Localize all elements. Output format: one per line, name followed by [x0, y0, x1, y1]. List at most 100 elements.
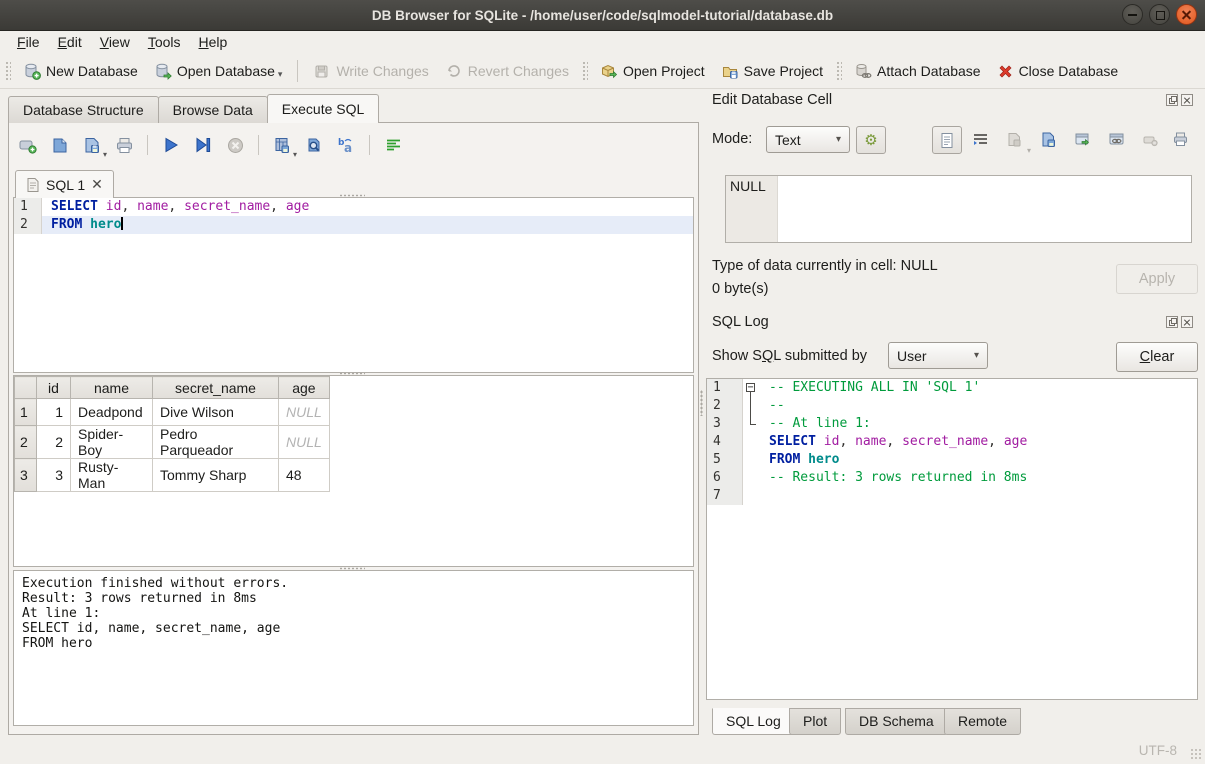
column-header-secret-name[interactable]: secret_name — [153, 377, 279, 399]
close-database-button[interactable]: Close Database — [989, 59, 1127, 84]
table-cell[interactable]: 2 — [37, 426, 71, 459]
bottom-tab-remote[interactable]: Remote — [944, 708, 1021, 735]
open-sql-file-button[interactable] — [49, 134, 71, 156]
save-results-button[interactable]: ▾ — [271, 134, 293, 156]
toolbar-grip[interactable] — [4, 60, 11, 82]
splitter-handle[interactable] — [339, 194, 365, 197]
table-cell[interactable]: Deadpond — [71, 399, 153, 426]
sql-tab-close-icon[interactable]: ✕ — [91, 176, 103, 193]
save-project-button[interactable]: Save Project — [713, 58, 831, 84]
panel-splitter-handle[interactable] — [700, 390, 703, 416]
fold-collapse-icon[interactable] — [743, 379, 760, 397]
splitter-handle[interactable] — [339, 567, 365, 570]
resize-grip[interactable] — [1190, 748, 1202, 760]
toolbar-grip[interactable] — [835, 60, 842, 82]
panel-float-icon[interactable] — [1166, 316, 1178, 328]
bottom-tab-plot[interactable]: Plot — [789, 708, 841, 735]
close-database-icon — [997, 63, 1014, 80]
clear-log-button[interactable]: Clear — [1116, 342, 1198, 372]
column-header-name[interactable]: name — [71, 377, 153, 399]
cell-editor[interactable]: NULL — [725, 175, 1192, 243]
sql-editor[interactable]: 1SELECT id, name, secret_name, age2FROM … — [13, 197, 694, 373]
row-header[interactable]: 1 — [15, 399, 37, 426]
table-cell[interactable]: 48 — [279, 459, 330, 492]
maximize-button[interactable] — [1149, 4, 1170, 25]
import-cell-button[interactable]: ▾ — [1000, 126, 1028, 152]
attach-database-button[interactable]: Attach Database — [846, 58, 989, 84]
tab-execute-sql[interactable]: Execute SQL — [267, 94, 380, 123]
table-cell[interactable]: Rusty-Man — [71, 459, 153, 492]
table-cell[interactable]: 3 — [37, 459, 71, 492]
row-header[interactable]: 2 — [15, 426, 37, 459]
column-header-id[interactable]: id — [37, 377, 71, 399]
menu-file[interactable]: File — [8, 32, 49, 52]
table-cell[interactable]: Dive Wilson — [153, 399, 279, 426]
tab-database-structure[interactable]: Database Structure — [8, 96, 159, 123]
column-header-age[interactable]: age — [279, 377, 330, 399]
cell-type-info: Type of data currently in cell: NULL — [712, 258, 938, 274]
copy-url-button[interactable] — [1102, 126, 1130, 152]
text-preview-button[interactable] — [932, 126, 962, 154]
menu-help[interactable]: Help — [190, 32, 237, 52]
table-cell[interactable]: NULL — [279, 399, 330, 426]
table-row[interactable]: 33Rusty-ManTommy Sharp48 — [15, 459, 330, 492]
tab-browse-data[interactable]: Browse Data — [158, 96, 268, 123]
table-cell[interactable]: NULL — [279, 426, 330, 459]
sql-log-view[interactable]: 1-- EXECUTING ALL IN 'SQL 1'2--3-- At li… — [706, 378, 1198, 700]
menu-view[interactable]: View — [91, 32, 139, 52]
mode-select[interactable]: Text ▾ — [766, 126, 850, 153]
table-cell[interactable]: Pedro Parqueador — [153, 426, 279, 459]
new-sql-tab-button[interactable] — [17, 134, 39, 156]
bottom-tab-sql-log[interactable]: SQL Log — [712, 708, 795, 735]
open-database-button[interactable]: Open Database ▾ — [146, 58, 291, 84]
word-wrap-button[interactable] — [966, 126, 994, 152]
export-cell-button[interactable] — [1034, 126, 1062, 152]
auto-apply-button[interactable]: ⚙ — [856, 126, 886, 154]
close-button[interactable] — [1176, 4, 1197, 25]
splitter-handle[interactable] — [339, 372, 365, 375]
execute-line-button[interactable] — [192, 134, 214, 156]
execution-status-box: Execution finished without errors. Resul… — [13, 570, 694, 726]
code-text: -- — [760, 397, 1197, 415]
table-cell[interactable]: Tommy Sharp — [153, 459, 279, 492]
print-sql-button[interactable] — [113, 134, 135, 156]
log-filter-select[interactable]: User ▾ — [888, 342, 988, 369]
toolbar-grip[interactable] — [581, 60, 588, 82]
table-row[interactable]: 22Spider-BoyPedro ParqueadorNULL — [15, 426, 330, 459]
format-sql-button[interactable] — [382, 134, 404, 156]
table-row[interactable]: 11DeadpondDive WilsonNULL — [15, 399, 330, 426]
new-database-button[interactable]: New Database — [15, 58, 146, 84]
set-null-button[interactable] — [1136, 126, 1164, 152]
bottom-tab-db-schema[interactable]: DB Schema — [845, 708, 948, 735]
execute-sql-panel: ▾ — [8, 122, 699, 735]
apply-button[interactable]: Apply — [1116, 264, 1198, 294]
row-header[interactable]: 3 — [15, 459, 37, 492]
line-number: 4 — [707, 433, 743, 451]
cell-editor-content[interactable] — [778, 176, 1191, 242]
find-button[interactable] — [303, 134, 325, 156]
execute-all-button[interactable] — [160, 134, 182, 156]
menu-edit[interactable]: Edit — [49, 32, 91, 52]
save-sql-file-button[interactable]: ▾ — [81, 134, 103, 156]
minimize-button[interactable] — [1122, 4, 1143, 25]
table-cell[interactable]: 1 — [37, 399, 71, 426]
titlebar[interactable]: DB Browser for SQLite - /home/user/code/… — [0, 0, 1205, 31]
replace-button[interactable]: b a — [335, 134, 357, 156]
menu-tools[interactable]: Tools — [139, 32, 190, 52]
sql-tab[interactable]: SQL 1 ✕ — [15, 170, 114, 198]
open-database-dropdown-arrow[interactable]: ▾ — [278, 69, 283, 80]
stop-button[interactable] — [224, 134, 246, 156]
revert-changes-button[interactable]: Revert Changes — [437, 58, 577, 84]
panel-close-icon[interactable] — [1181, 94, 1193, 106]
save-results-dropdown-arrow[interactable]: ▾ — [293, 150, 297, 159]
results-corner-cell[interactable] — [15, 377, 37, 399]
save-sql-dropdown-arrow[interactable]: ▾ — [103, 150, 107, 159]
write-changes-button[interactable]: Write Changes — [305, 58, 436, 84]
panel-float-icon[interactable] — [1166, 94, 1178, 106]
table-cell[interactable]: Spider-Boy — [71, 426, 153, 459]
panel-close-icon[interactable] — [1181, 316, 1193, 328]
fold-margin — [743, 433, 760, 451]
open-project-button[interactable]: Open Project — [592, 58, 713, 84]
open-external-button[interactable] — [1068, 126, 1096, 152]
print-cell-button[interactable] — [1166, 126, 1194, 152]
